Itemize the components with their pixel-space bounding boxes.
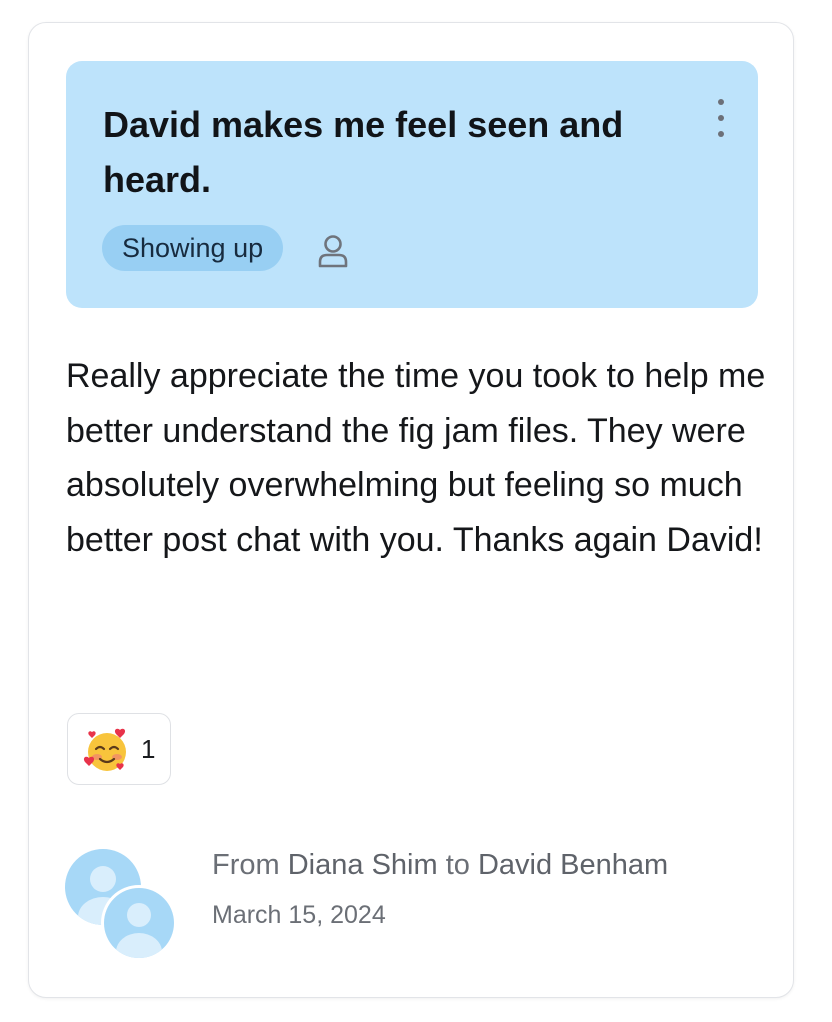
value-tag[interactable]: Showing up: [102, 225, 284, 271]
person-icon: [318, 235, 348, 268]
to-label: to: [445, 849, 470, 881]
more-vertical-icon: [718, 115, 724, 121]
from-to-line: From Diana Shim to David Benham: [212, 843, 772, 887]
from-label: From: [212, 849, 280, 881]
sender-name[interactable]: Diana Shim: [288, 849, 438, 881]
recognition-message: Really appreciate the time you took to h…: [66, 357, 766, 559]
smiling-face-with-hearts-icon: [83, 728, 126, 771]
recipient-name[interactable]: David Benham: [478, 849, 668, 881]
more-vertical-icon: [718, 131, 724, 137]
recognition-title: David makes me feel seen and heard.: [103, 104, 624, 200]
reaction-count: 1: [141, 734, 156, 764]
recipient-avatar[interactable]: [101, 885, 177, 961]
post-date: March 15, 2024: [212, 901, 386, 929]
more-options-button[interactable]: [706, 97, 736, 141]
reaction-button[interactable]: 1: [67, 713, 171, 785]
more-vertical-icon: [718, 99, 724, 105]
card-header: David makes me feel seen and heard. Show…: [66, 61, 758, 308]
recognition-card: David makes me feel seen and heard. Show…: [28, 22, 794, 998]
